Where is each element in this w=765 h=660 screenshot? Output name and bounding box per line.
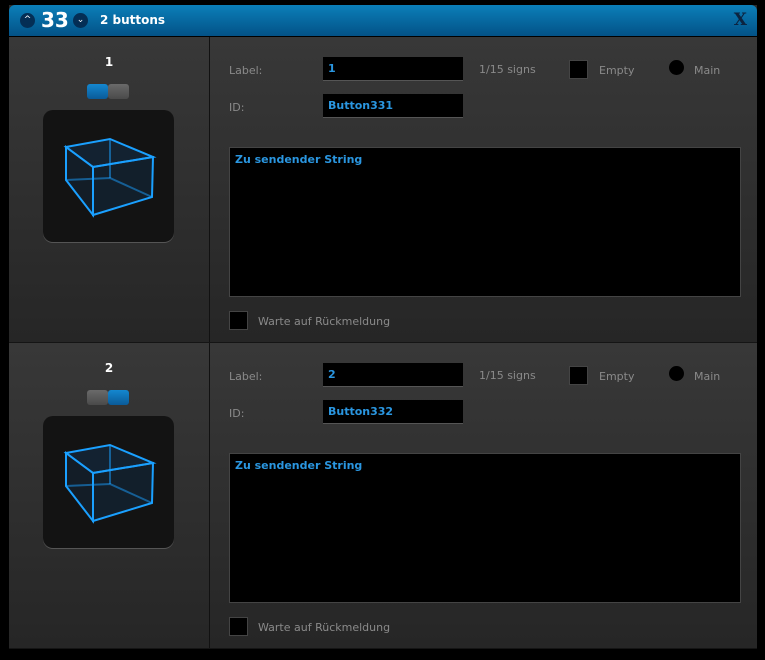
label-input[interactable]: 1	[323, 57, 463, 81]
button-image[interactable]	[43, 110, 174, 242]
wait-checkbox[interactable]	[229, 617, 248, 636]
toggle-right[interactable]	[108, 84, 129, 99]
toggle-left[interactable]	[87, 84, 108, 99]
button-index: 1	[104, 55, 114, 69]
cube-icon	[63, 137, 157, 218]
label-input[interactable]: 2	[323, 363, 463, 387]
close-button[interactable]: X	[734, 10, 747, 30]
wait-checkbox[interactable]	[229, 311, 248, 330]
empty-label: Empty	[599, 370, 635, 383]
wait-label: Warte auf Rückmeldung	[258, 315, 391, 328]
chevron-down-icon[interactable]: ⌄	[73, 13, 88, 28]
id-input[interactable]: Button332	[323, 400, 463, 424]
button-editor-window: ^ 33 ⌄ 2 buttons X 1 Label: 1 1/15 signs…	[9, 5, 757, 649]
window-title: 2 buttons	[100, 13, 166, 27]
toggle-right[interactable]	[108, 390, 129, 405]
button-row: 2 Label: 2 1/15 signs Empty Main ID: But…	[9, 343, 757, 649]
label-caption: Label:	[229, 370, 263, 383]
toggle-left[interactable]	[87, 390, 108, 405]
wait-label: Warte auf Rückmeldung	[258, 621, 391, 634]
sign-count: 1/15 signs	[479, 369, 536, 382]
page-number: 33	[41, 8, 69, 32]
empty-checkbox[interactable]	[569, 60, 588, 79]
button-image[interactable]	[43, 416, 174, 548]
empty-checkbox[interactable]	[569, 366, 588, 385]
main-radio[interactable]	[669, 366, 684, 381]
cube-icon	[63, 443, 157, 524]
position-toggle[interactable]	[87, 84, 129, 99]
id-caption: ID:	[229, 407, 245, 420]
sign-count: 1/15 signs	[479, 63, 536, 76]
title-bar: ^ 33 ⌄ 2 buttons X	[9, 5, 757, 37]
chevron-up-icon[interactable]: ^	[20, 13, 35, 28]
position-toggle[interactable]	[87, 390, 129, 405]
main-label: Main	[694, 64, 721, 77]
button-index: 2	[104, 361, 114, 375]
id-input[interactable]: Button331	[323, 94, 463, 118]
empty-label: Empty	[599, 64, 635, 77]
main-radio[interactable]	[669, 60, 684, 75]
send-string-textarea[interactable]: Zu sendender String	[229, 147, 741, 297]
main-label: Main	[694, 370, 721, 383]
button-row: 1 Label: 1 1/15 signs Empty Main ID: But…	[9, 37, 757, 343]
label-caption: Label:	[229, 64, 263, 77]
button-preview-panel: 1	[9, 37, 210, 342]
id-caption: ID:	[229, 101, 245, 114]
button-preview-panel: 2	[9, 343, 210, 648]
send-string-textarea[interactable]: Zu sendender String	[229, 453, 741, 603]
